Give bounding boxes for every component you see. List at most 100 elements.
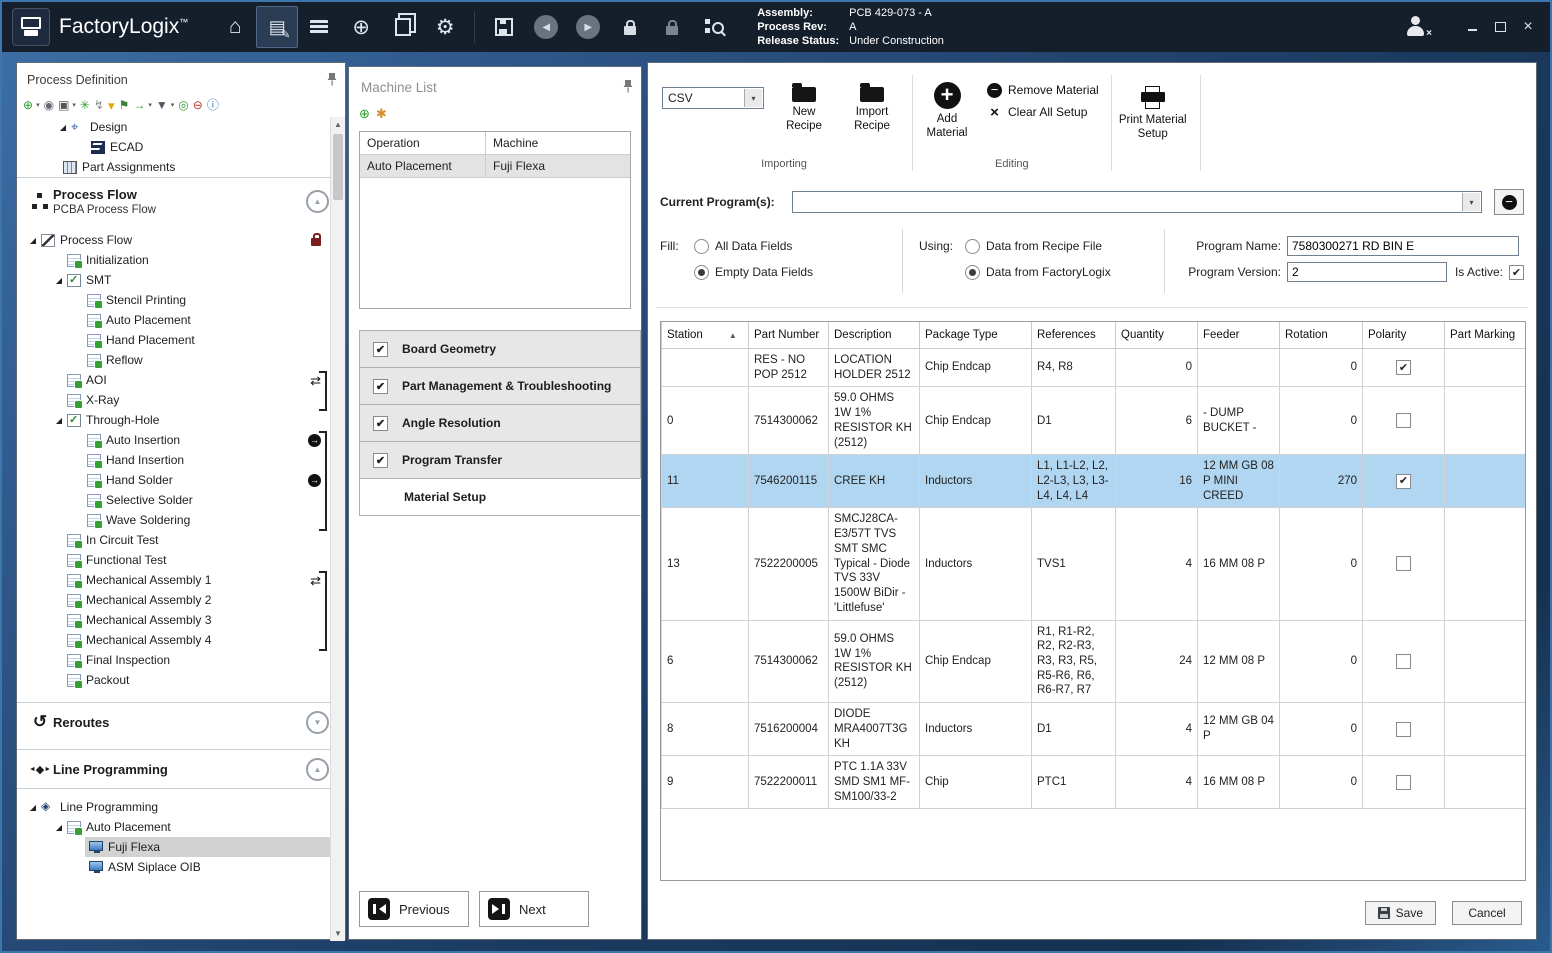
- vertical-scrollbar[interactable]: ▲ ▼: [330, 117, 345, 941]
- cell-operation[interactable]: Auto Placement: [360, 155, 486, 177]
- is-active-checkbox[interactable]: ✔: [1509, 265, 1524, 280]
- col-header-description[interactable]: Description: [829, 322, 920, 349]
- import-recipe-button[interactable]: Import Recipe: [844, 79, 900, 133]
- cell-polarity[interactable]: ✔: [1363, 349, 1445, 387]
- key-icon[interactable]: ↯: [94, 97, 104, 113]
- cell-polarity[interactable]: [1363, 387, 1445, 455]
- tree-item-stencil-printing[interactable]: Stencil Printing: [17, 290, 345, 310]
- back-icon[interactable]: ◀: [525, 6, 567, 48]
- user-icon[interactable]: ×: [1404, 15, 1430, 39]
- cell-package-type[interactable]: Chip Endcap: [920, 349, 1032, 387]
- chevron-down-icon[interactable]: ▾: [744, 89, 762, 107]
- tree-item-wave-soldering[interactable]: Wave Soldering: [17, 510, 345, 530]
- documents-icon[interactable]: [382, 6, 424, 48]
- cell-quantity[interactable]: 4: [1116, 508, 1198, 620]
- cell-part-marking[interactable]: [1445, 703, 1526, 756]
- cell-part-number[interactable]: 7514300062: [749, 620, 829, 703]
- tree-item-x-ray[interactable]: X-Ray: [17, 390, 345, 410]
- cell-description[interactable]: PTC 1.1A 33V SMD SM1 MF-SM100/33-2: [829, 756, 920, 809]
- cell-part-marking[interactable]: [1445, 620, 1526, 703]
- print-caret-icon[interactable]: ▾: [72, 101, 76, 109]
- cell-rotation[interactable]: 270: [1280, 455, 1363, 508]
- home-icon[interactable]: ⌂: [214, 6, 256, 48]
- tree-item-part-assignments[interactable]: Part Assignments: [17, 157, 345, 177]
- cell-station[interactable]: 8: [662, 703, 749, 756]
- add-machine-icon[interactable]: ⊕: [359, 105, 370, 121]
- cell-rotation[interactable]: 0: [1280, 620, 1363, 703]
- cell-rotation[interactable]: 0: [1280, 508, 1363, 620]
- export-icon[interactable]: →: [133, 97, 145, 113]
- print-material-setup-button[interactable]: Print Material Setup: [1118, 79, 1188, 141]
- cell-package-type[interactable]: Chip Endcap: [920, 387, 1032, 455]
- tree-item-mechanical-assembly-1[interactable]: Mechanical Assembly 1: [17, 570, 345, 590]
- scroll-up-icon[interactable]: ▲: [334, 120, 342, 129]
- cell-quantity[interactable]: 16: [1116, 455, 1198, 508]
- lock-icon[interactable]: [609, 6, 651, 48]
- cancel-button[interactable]: Cancel: [1452, 901, 1522, 925]
- cell-part-marking[interactable]: [1445, 756, 1526, 809]
- cell-part-marking[interactable]: [1445, 508, 1526, 620]
- tab-part-management[interactable]: ✔Part Management & Troubleshooting: [359, 367, 641, 405]
- flag-icon[interactable]: ⚑: [119, 97, 130, 113]
- tree-item-hand-placement[interactable]: Hand Placement: [17, 330, 345, 350]
- cell-references[interactable]: R1, R1-R2, R2, R2-R3, R3, R3, R5, R5-R6,…: [1032, 620, 1116, 703]
- cell-package-type[interactable]: Inductors: [920, 508, 1032, 620]
- tree-item-packout[interactable]: Packout: [17, 670, 345, 690]
- cell-part-marking[interactable]: [1445, 455, 1526, 508]
- add-icon[interactable]: ⊕: [23, 97, 33, 113]
- polarity-checkbox[interactable]: ✔: [1396, 360, 1411, 375]
- col-header-station[interactable]: Station▲: [662, 322, 749, 349]
- unlock-icon[interactable]: [651, 6, 693, 48]
- new-recipe-button[interactable]: New Recipe: [776, 79, 832, 133]
- table-row[interactable]: RES - NO POP 2512 LOCATION HOLDER 2512 C…: [662, 349, 1526, 387]
- data-from-recipe-file-option[interactable]: Data from Recipe File: [965, 233, 1111, 259]
- cell-polarity[interactable]: ✔: [1363, 455, 1445, 508]
- cell-description[interactable]: SMCJ28CA-E3/57T TVS SMT SMC Typical - Di…: [829, 508, 920, 620]
- cell-description[interactable]: DIODE MRA4007T3G KH: [829, 703, 920, 756]
- cell-references[interactable]: D1: [1032, 387, 1116, 455]
- table-row[interactable]: 6 7514300062 59.0 OHMS 1W 1% RESISTOR KH…: [662, 620, 1526, 703]
- tree-item-auto-insertion[interactable]: Auto Insertion: [17, 430, 345, 450]
- cell-part-number[interactable]: 7522200005: [749, 508, 829, 620]
- cell-feeder[interactable]: 12 MM 08 P: [1198, 620, 1280, 703]
- cell-part-marking[interactable]: [1445, 387, 1526, 455]
- tab-program-transfer[interactable]: ✔Program Transfer: [359, 441, 641, 479]
- cell-package-type[interactable]: Chip Endcap: [920, 620, 1032, 703]
- tab-material-setup[interactable]: Material Setup: [359, 478, 641, 516]
- close-button[interactable]: ×: [1516, 16, 1540, 38]
- cell-station[interactable]: 13: [662, 508, 749, 620]
- data-from-factorylogix-option[interactable]: Data from FactoryLogix: [965, 259, 1111, 285]
- cell-feeder[interactable]: 12 MM GB 08 P MINI CREED: [1198, 455, 1280, 508]
- program-version-input[interactable]: [1287, 262, 1447, 282]
- previous-button[interactable]: Previous: [359, 891, 469, 927]
- tree-item-in-circuit-test[interactable]: In Circuit Test: [17, 530, 345, 550]
- machine-table-header-operation[interactable]: Operation: [360, 132, 486, 154]
- machine-table-row[interactable]: Auto Placement Fuji Flexa: [360, 155, 630, 178]
- table-row[interactable]: 0 7514300062 59.0 OHMS 1W 1% RESISTOR KH…: [662, 387, 1526, 455]
- tree-item-through-hole[interactable]: ◢Through-Hole: [17, 410, 345, 430]
- filter-icon[interactable]: ▼: [156, 97, 168, 113]
- filter-caret-icon[interactable]: ▾: [171, 101, 175, 109]
- expand-icon[interactable]: ◢: [51, 276, 67, 285]
- cell-station[interactable]: 11: [662, 455, 749, 508]
- cell-station[interactable]: 6: [662, 620, 749, 703]
- pin-icon[interactable]: [623, 79, 633, 96]
- tree-item-auto-placement[interactable]: Auto Placement: [17, 310, 345, 330]
- tree-item-process-flow[interactable]: ◢Process Flow: [17, 230, 345, 250]
- cell-quantity[interactable]: 4: [1116, 703, 1198, 756]
- empty-data-fields-option[interactable]: Empty Data Fields: [694, 259, 813, 285]
- cell-feeder[interactable]: - DUMP BUCKET -: [1198, 387, 1280, 455]
- cell-quantity[interactable]: 4: [1116, 756, 1198, 809]
- polarity-checkbox[interactable]: [1396, 722, 1411, 737]
- cell-references[interactable]: L1, L1-L2, L2, L2-L3, L3, L3-L4, L4, L4: [1032, 455, 1116, 508]
- remove-program-button[interactable]: [1494, 189, 1524, 215]
- tree-item-final-inspection[interactable]: Final Inspection: [17, 650, 345, 670]
- cell-references[interactable]: R4, R8: [1032, 349, 1116, 387]
- cell-references[interactable]: D1: [1032, 703, 1116, 756]
- sync-icon[interactable]: ✳: [80, 97, 90, 113]
- table-row[interactable]: 8 7516200004 DIODE MRA4007T3G KH Inducto…: [662, 703, 1526, 756]
- data-stack-icon[interactable]: [298, 6, 340, 48]
- radio-icon[interactable]: [965, 239, 980, 254]
- tab-checkbox[interactable]: ✔: [373, 416, 388, 431]
- save-icon[interactable]: [483, 6, 525, 48]
